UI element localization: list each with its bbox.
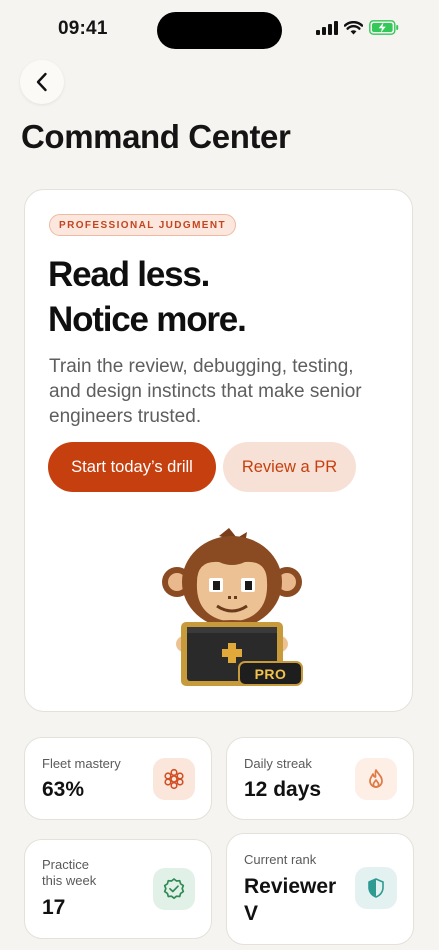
stat-label: Practice this week [42, 857, 97, 888]
start-drill-button[interactable]: Start today’s drill [48, 442, 216, 492]
flame-icon [355, 758, 397, 800]
stat-card-daily-streak[interactable]: Daily streak 12 days [226, 737, 414, 820]
stat-card-current-rank[interactable]: Current rank Reviewer V [226, 833, 414, 945]
wifi-icon [344, 20, 363, 34]
back-button[interactable] [20, 60, 64, 104]
page-title: Command Center [21, 118, 291, 155]
cellular-signal-icon [316, 20, 338, 35]
stat-value: Reviewer V [244, 875, 337, 925]
status-icons [316, 20, 399, 35]
section-tag: PROFESSIONAL JUDGMENT [49, 214, 237, 236]
dynamic-island [157, 12, 282, 49]
hero-headline: Read less. Notice more. [48, 252, 247, 342]
status-time: 09:41 [58, 18, 108, 39]
hero-card: PROFESSIONAL JUDGMENT Read less. Notice … [24, 189, 413, 712]
hero-headline-line1: Read less. [48, 255, 210, 294]
stat-value: 17 [42, 896, 66, 919]
stat-card-fleet-mastery[interactable]: Fleet mastery 63% [24, 737, 212, 820]
stat-value: 63% [42, 778, 85, 801]
hero-headline-line2: Notice more. [48, 300, 247, 339]
stat-value: 12 days [244, 778, 322, 801]
hero-description: Train the review, debugging, testing, an… [49, 356, 362, 427]
hexagon-cluster-icon [153, 758, 195, 800]
chevron-left-icon [36, 72, 47, 92]
battery-charging-icon [369, 20, 399, 35]
badge-check-icon [153, 868, 195, 910]
shield-icon [355, 867, 397, 909]
stat-label: Current rank [244, 852, 317, 867]
stat-card-practice[interactable]: Practice this week 17 [24, 839, 212, 939]
stat-label: Daily streak [244, 756, 312, 771]
stat-label: Fleet mastery [42, 756, 121, 771]
review-pr-button[interactable]: Review a PR [223, 442, 356, 492]
pro-badge: PRO [238, 661, 303, 686]
status-bar: 09:41 [0, 0, 439, 60]
